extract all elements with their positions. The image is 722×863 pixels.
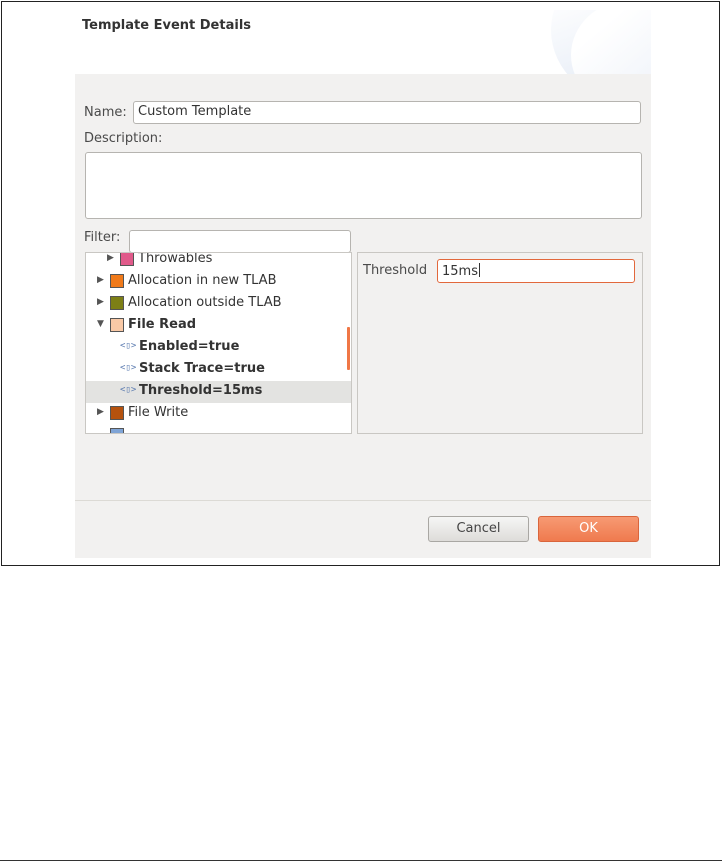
dialog-body: Name: Custom Template Description: Filte… (75, 74, 651, 500)
page-bottom-rule (0, 860, 722, 861)
tree-row-label: File Read (128, 317, 197, 332)
tree-row-label: Allocation in new TLAB (128, 273, 277, 288)
tree-event-row[interactable]: ▶ File Write (86, 403, 351, 425)
tree-event-row[interactable]: ▼ File Read (86, 315, 351, 337)
filter-input[interactable] (129, 230, 351, 253)
dialog-header: Template Event Details (75, 10, 651, 74)
tree-attribute-row[interactable]: <▯> Threshold=15ms (86, 381, 351, 403)
cancel-button[interactable]: Cancel (428, 516, 529, 542)
filter-label: Filter: (84, 230, 121, 245)
tree-row-label: Throwables (138, 252, 213, 266)
tree-row-label: File Write (128, 405, 189, 420)
tree-event-row[interactable]: ▶ Allocation in new TLAB (86, 271, 351, 293)
event-color-icon (120, 253, 134, 266)
page-frame: Template Event Details Name: Custom Temp… (1, 1, 720, 566)
attribute-icon: <▯> (120, 341, 137, 351)
dialog-footer: Cancel OK (75, 501, 651, 558)
properties-panel: Threshold 15ms (357, 252, 643, 434)
tree-event-row[interactable]: ▶ Throwables (86, 252, 351, 271)
event-color-icon (110, 296, 124, 310)
tree-attribute-row[interactable]: <▯> Stack Trace=true (86, 359, 351, 381)
tree-row-label: Allocation outside TLAB (128, 295, 282, 310)
collapsed-arrow-icon[interactable]: ▶ (107, 253, 114, 263)
event-color-icon (110, 406, 124, 420)
tree-scrollbar-thumb[interactable] (347, 327, 350, 370)
tree-attribute-label: Stack Trace=true (139, 361, 265, 376)
attribute-icon: <▯> (120, 385, 137, 395)
collapsed-arrow-icon[interactable]: ▶ (97, 297, 104, 307)
threshold-label: Threshold (363, 263, 428, 278)
attribute-icon: <▯> (120, 363, 137, 373)
description-field[interactable] (85, 152, 642, 219)
description-label: Description: (84, 131, 163, 146)
threshold-input[interactable]: 15ms (437, 259, 635, 283)
event-color-icon (110, 428, 124, 433)
tree-event-row[interactable]: ▶ Allocation outside TLAB (86, 293, 351, 315)
collapsed-arrow-icon[interactable]: ▶ (97, 407, 104, 417)
tree-partial-row[interactable] (86, 425, 351, 433)
event-color-icon (110, 274, 124, 288)
name-field[interactable]: Custom Template (133, 101, 641, 124)
name-label: Name: (84, 105, 127, 120)
dialog-title: Template Event Details (82, 18, 252, 33)
tree-attribute-row[interactable]: <▯> Enabled=true (86, 337, 351, 359)
threshold-value: 15ms (442, 264, 478, 279)
tree-attribute-label: Enabled=true (139, 339, 240, 354)
expanded-arrow-icon[interactable]: ▼ (97, 319, 104, 329)
ok-button[interactable]: OK (538, 516, 639, 542)
event-color-icon (110, 318, 124, 332)
tree-attribute-label: Threshold=15ms (139, 383, 263, 398)
collapsed-arrow-icon[interactable]: ▶ (97, 275, 104, 285)
event-tree[interactable]: ▶ Throwables ▶ Allocation in new TLAB ▶ Alloc… (85, 252, 352, 434)
template-event-details-dialog: Template Event Details Name: Custom Temp… (75, 10, 651, 558)
text-caret (478, 263, 480, 277)
